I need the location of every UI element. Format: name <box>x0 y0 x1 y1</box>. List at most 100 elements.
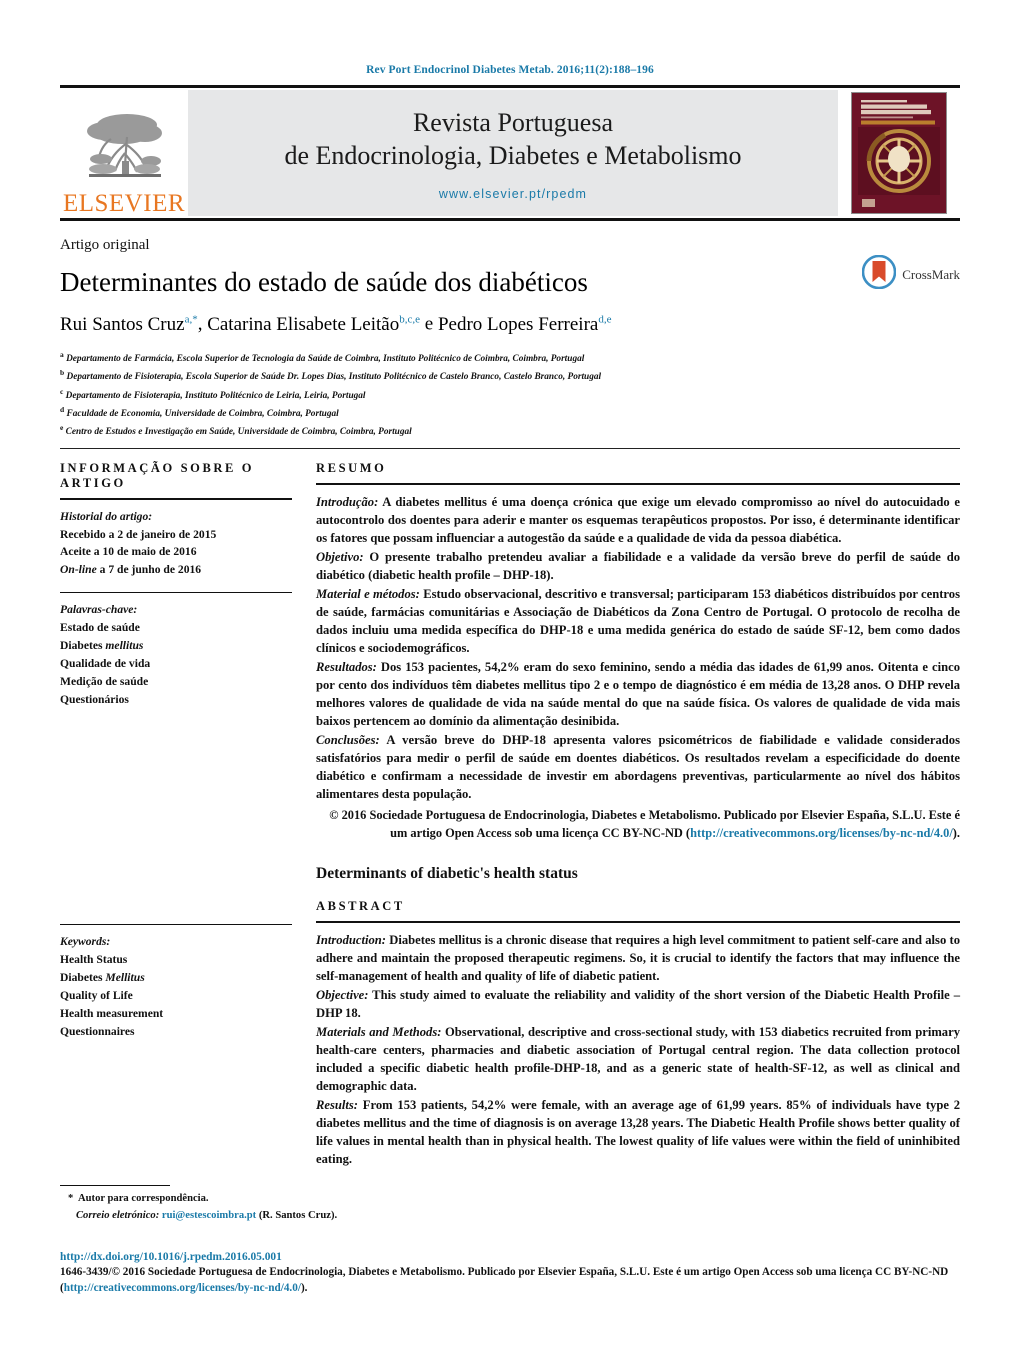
abstract-methods-label: Materials and Methods: <box>316 1025 442 1039</box>
keywords-en: Keywords: Health Status Diabetes Mellitu… <box>60 933 292 1041</box>
affiliation-text: Departamento de Fisioterapia, Escola Sup… <box>66 372 602 383</box>
crossmark-badge[interactable]: CrossMark <box>861 254 960 294</box>
author-list: Rui Santos Cruza,*, Catarina Elisabete L… <box>60 312 960 337</box>
resumo-resultados: Resultados: Dos 153 pacientes, 54,2% era… <box>316 658 960 730</box>
corresponding-author-line: * Autor para correspondência. <box>68 1191 960 1208</box>
article-history: Historial do artigo: Recebido a 2 de jan… <box>60 508 292 578</box>
journal-masthead: ELSEVIER Revista Portuguesa de Endocrino… <box>60 85 960 221</box>
keywords-pt: Palavras-chave: Estado de saúde Diabetes… <box>60 601 292 709</box>
abstract-objective: Objective: This study aimed to evaluate … <box>316 986 960 1022</box>
keyword-item: Questionnaires <box>60 1025 135 1039</box>
abstract-results-label: Results: <box>316 1098 358 1112</box>
article-title: Determinantes do estado de saúde dos dia… <box>60 267 588 297</box>
elsevier-logo: ELSEVIER <box>60 88 188 218</box>
elsevier-tree-icon <box>81 109 167 190</box>
resumo-conclusoes-label: Conclusões: <box>316 733 380 748</box>
affiliation-text: Faculdade de Economia, Universidade de C… <box>66 408 339 419</box>
affiliation-marker: d <box>60 404 65 414</box>
resumo-conclusoes-text: A versão breve do DHP-18 apresenta valor… <box>316 733 960 802</box>
divider <box>60 498 292 501</box>
article-info-column: INFORMAÇÃO SOBRE O ARTIGO Historial do a… <box>60 461 310 1169</box>
keyword-item: Qualidade de vida <box>60 657 151 671</box>
affiliation-item: b Departamento de Fisioterapia, Escola S… <box>60 367 960 385</box>
divider <box>60 592 292 594</box>
affiliation-list: a Departamento de Farmácia, Escola Super… <box>60 349 960 440</box>
author-entry[interactable]: Catarina Elisabete Leitãob,c,e <box>207 313 420 335</box>
affiliation-item: d Faculdade de Economia, Universidade de… <box>60 404 960 422</box>
keyword-item: Diabetes mellitus <box>60 639 144 653</box>
divider <box>60 924 292 926</box>
crossmark-icon <box>861 254 897 294</box>
journal-banner: Revista Portuguesa de Endocrinologia, Di… <box>188 90 838 216</box>
corresponding-email-line: Correio eletrónico: rui@estescoimbra.pt … <box>68 1208 960 1225</box>
resumo-resultados-label: Resultados: <box>316 660 377 675</box>
affiliation-marker: c <box>60 386 64 396</box>
abstract-results-text: From 153 patients, 54,2% were female, wi… <box>316 1098 960 1166</box>
abstract-objective-text: This study aimed to evaluate the reliabi… <box>316 988 960 1020</box>
history-accepted: Aceite a 10 de maio de 2016 <box>60 545 197 559</box>
email-link[interactable]: rui@estescoimbra.pt <box>162 1210 256 1221</box>
article-history-label: Historial do artigo: <box>60 510 153 524</box>
footer-cc-license-link[interactable]: http://creativecommons.org/licenses/by-n… <box>64 1282 301 1294</box>
cc-license-link[interactable]: http://creativecommons.org/licenses/by-n… <box>690 826 953 840</box>
article-header: Artigo original Determinantes do estado … <box>60 221 960 450</box>
resumo-conclusoes: Conclusões: A versão breve do DHP-18 apr… <box>316 731 960 803</box>
article-info-heading: INFORMAÇÃO SOBRE O ARTIGO <box>60 461 255 491</box>
keyword-item: Health Status <box>60 953 128 967</box>
affiliation-item: e Centro de Estudos e Investigação em Sa… <box>60 422 960 440</box>
author-entry[interactable]: Rui Santos Cruza,* <box>60 313 198 335</box>
resumo-introducao-text: A diabetes mellitus é uma doença crónica… <box>316 495 960 546</box>
affiliation-marker: b <box>60 368 65 378</box>
resumo-objetivo-text: O presente trabalho pretendeu avaliar a … <box>316 550 960 583</box>
resumo-copyright: © 2016 Sociedade Portuguesa de Endocrino… <box>316 807 960 843</box>
author-separator: e <box>420 313 438 335</box>
license-statement: 1646-3439/© 2016 Sociedade Portuguesa de… <box>60 1264 960 1296</box>
footnote-rule <box>60 1184 170 1186</box>
affiliation-text: Departamento de Farmácia, Escola Superio… <box>66 354 585 365</box>
corresponding-author-label: Autor para correspondência. <box>78 1192 209 1204</box>
journal-homepage-link[interactable]: www.elsevier.pt/rpedm <box>188 187 838 201</box>
keyword-item: Estado de saúde <box>60 621 140 635</box>
resumo-resultados-text: Dos 153 pacientes, 54,2% eram do sexo fe… <box>316 660 960 729</box>
abstract-column: RESUMO Introdução: A diabetes mellitus é… <box>310 461 960 1169</box>
resumo-objetivo: Objetivo: O presente trabalho pretendeu … <box>316 548 960 584</box>
history-received: Recebido a 2 de janeiro de 2015 <box>60 527 217 541</box>
keywords-en-wrapper: Keywords: Health Status Diabetes Mellitu… <box>60 924 292 1041</box>
divider <box>316 921 960 923</box>
corresponding-star: * <box>68 1192 74 1204</box>
abstract-heading: ABSTRACT <box>316 899 405 913</box>
article-type-label: Artigo original <box>60 237 150 253</box>
affiliation-item: a Departamento de Farmácia, Escola Super… <box>60 349 960 367</box>
copyright-tail: ). <box>952 826 960 841</box>
abstract-introduction: Introduction: Diabetes mellitus is a chr… <box>316 931 960 985</box>
journal-title: Revista Portuguesa de Endocrinologia, Di… <box>284 106 741 173</box>
affiliation-item: c Departamento de Fisioterapia, Institut… <box>60 386 960 404</box>
author-affiliation-marker[interactable]: d,e <box>598 313 611 325</box>
abstract-methods: Materials and Methods: Observational, de… <box>316 1023 960 1095</box>
divider <box>316 483 960 486</box>
keyword-item: Questionários <box>60 693 129 707</box>
history-online-date: a 7 de junho de 2016 <box>96 562 202 576</box>
journal-cover-container <box>838 88 960 218</box>
author-name: Rui Santos Cruz <box>60 313 185 335</box>
keyword-item: Quality of Life <box>60 989 133 1003</box>
elsevier-wordmark: ELSEVIER <box>62 190 186 217</box>
abstract-results: Results: From 153 patients, 54,2% were f… <box>316 1096 960 1168</box>
author-name: Catarina Elisabete Leitão <box>207 313 400 335</box>
keywords-pt-label: Palavras-chave: <box>60 603 138 617</box>
author-entry[interactable]: Pedro Lopes Ferreirad,e <box>438 313 612 334</box>
doi-and-license: http://dx.doi.org/10.1016/j.rpedm.2016.0… <box>60 1251 960 1296</box>
resumo-metodos-label: Material e métodos: <box>316 587 420 602</box>
resumo-introducao: Introdução: A diabetes mellitus é uma do… <box>316 493 960 547</box>
doi-link[interactable]: http://dx.doi.org/10.1016/j.rpedm.2016.0… <box>60 1251 960 1263</box>
history-online: On-line a 7 de junho de 2016 <box>60 561 292 579</box>
history-online-prefix: On-line <box>60 562 97 576</box>
running-head-citation: Rev Port Endocrinol Diabetes Metab. 2016… <box>366 64 654 76</box>
author-separator: , <box>197 313 208 335</box>
keywords-en-label: Keywords: <box>60 935 111 949</box>
page-footer: * Autor para correspondência. Correio el… <box>60 1184 960 1296</box>
affiliation-marker: e <box>60 422 64 432</box>
author-affiliation-marker[interactable]: a,* <box>185 313 198 325</box>
author-affiliation-marker[interactable]: b,c,e <box>399 313 420 325</box>
english-title: Determinants of diabetic's health status <box>316 865 578 882</box>
